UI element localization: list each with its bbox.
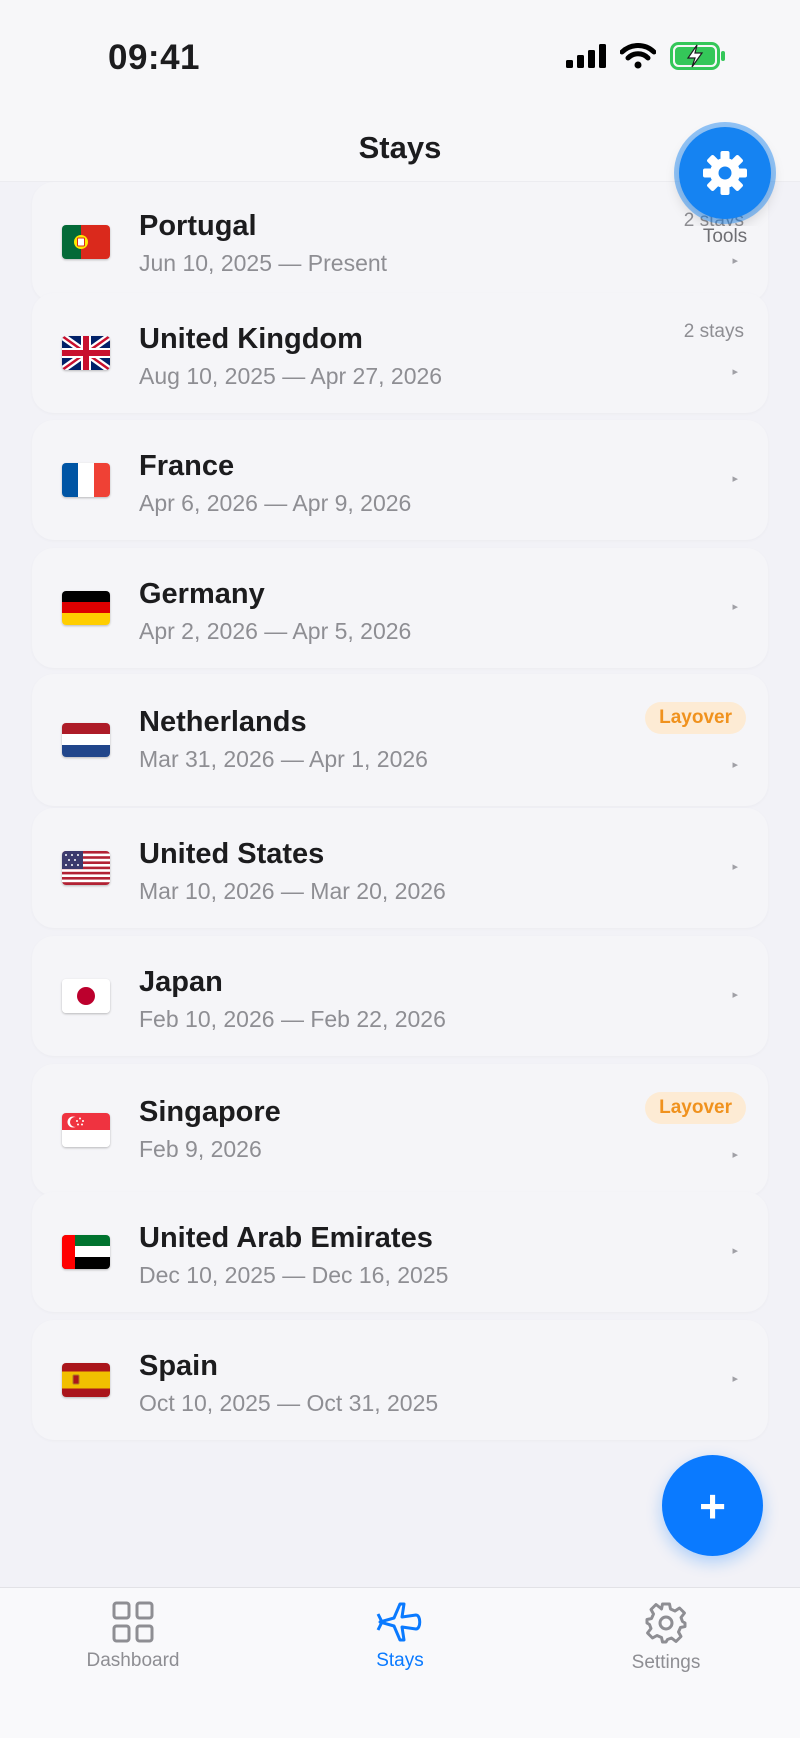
united-arab-emirates-flag-icon (62, 1235, 110, 1269)
stay-row-netherlands[interactable]: Netherlands Mar 31, 2026 — Apr 1, 2026 Lay… (32, 674, 768, 806)
status-icons (566, 42, 726, 70)
stay-country: Spain (139, 1350, 218, 1382)
stay-country: United Kingdom (139, 323, 363, 355)
france-flag-icon (62, 463, 110, 497)
stay-row-spain[interactable]: Spain Oct 10, 2025 — Oct 31, 2025 ▸ (32, 1320, 768, 1440)
tab-stays-label: Stays (376, 1650, 424, 1671)
tab-stays[interactable]: Stays (330, 1600, 470, 1672)
layover-badge: Layover (645, 1092, 746, 1124)
stay-row-united-states[interactable]: United States Mar 10, 2026 — Mar 20, 2026… (32, 808, 768, 928)
stay-row-singapore[interactable]: Singapore Feb 9, 2026 Layover ▸ (32, 1064, 768, 1196)
tab-dashboard-label: Dashboard (86, 1650, 180, 1671)
chevron-right-icon: ▸ (732, 473, 738, 485)
chevron-right-icon: ▸ (732, 366, 738, 378)
stay-dates: Aug 10, 2025 — Apr 27, 2026 (139, 363, 443, 389)
stay-row-united-arab-emirates[interactable]: United Arab Emirates Dec 10, 2025 — Dec 1… (32, 1192, 768, 1312)
stay-count: 2 stays (683, 321, 744, 342)
stay-dates: Oct 10, 2025 — Oct 31, 2025 (139, 1390, 439, 1416)
tab-settings[interactable]: Settings (596, 1600, 736, 1674)
chevron-right-icon: ▸ (732, 1373, 738, 1385)
stays-list[interactable]: Portugal Jun 10, 2025 — Present 2 stays ▸ Un… (0, 182, 800, 1587)
cellular-signal-icon (566, 44, 606, 68)
singapore-flag-icon (62, 1113, 110, 1147)
stay-row-japan[interactable]: Japan Feb 10, 2026 — Feb 22, 2026 ▸ (32, 936, 768, 1056)
stay-row-united-kingdom[interactable]: United Kingdom Aug 10, 2025 — Apr 27, 202… (32, 293, 768, 413)
chevron-right-icon: ▸ (732, 255, 738, 267)
tools-label: Tools (692, 226, 758, 248)
stay-country: Netherlands (139, 706, 307, 738)
layover-badge: Layover (645, 702, 746, 734)
airplane-icon (376, 1602, 422, 1642)
page-title: Stays (358, 130, 442, 165)
stay-dates: Mar 10, 2026 — Mar 20, 2026 (139, 878, 446, 904)
tools-button[interactable] (679, 127, 771, 219)
stay-country: France (139, 450, 235, 482)
chevron-right-icon: ▸ (732, 759, 738, 771)
tab-dashboard[interactable]: Dashboard (63, 1600, 203, 1672)
stay-dates: Apr 6, 2026 — Apr 9, 2026 (139, 490, 412, 516)
gear-icon (703, 151, 747, 195)
chevron-right-icon: ▸ (732, 989, 738, 1001)
plus-icon: + (699, 1479, 726, 1532)
stay-country: Germany (139, 578, 265, 610)
battery-charging-icon (670, 42, 725, 70)
stay-dates: Mar 31, 2026 — Apr 1, 2026 (139, 746, 428, 772)
stay-country: Portugal (139, 210, 257, 242)
gear-icon (645, 1602, 687, 1644)
stay-dates: Apr 2, 2026 — Apr 5, 2026 (139, 618, 412, 644)
japan-flag-icon (62, 979, 110, 1013)
stay-country: United Arab Emirates (139, 1222, 433, 1254)
tab-bar: Dashboard Stays Settings (0, 1587, 800, 1738)
stay-country: Japan (139, 966, 223, 998)
portugal-flag-icon (62, 225, 110, 259)
netherlands-flag-icon (62, 723, 110, 757)
chevron-right-icon: ▸ (732, 601, 738, 613)
stay-country: United States (139, 838, 325, 870)
stay-dates: Feb 10, 2026 — Feb 22, 2026 (139, 1006, 446, 1032)
status-bar: 09:41 (0, 0, 800, 110)
stay-dates: Feb 9, 2026 (139, 1136, 262, 1162)
chevron-right-icon: ▸ (732, 861, 738, 873)
grid-icon (112, 1601, 154, 1643)
chevron-right-icon: ▸ (732, 1245, 738, 1257)
spain-flag-icon (62, 1363, 110, 1397)
add-stay-button[interactable]: + (662, 1455, 763, 1556)
tab-settings-label: Settings (631, 1652, 701, 1673)
stay-country: Singapore (139, 1096, 281, 1128)
united-states-flag-icon (62, 851, 110, 885)
germany-flag-icon (62, 591, 110, 625)
wifi-icon (620, 43, 656, 69)
stay-dates: Jun 10, 2025 — Present (139, 250, 388, 276)
stay-row-france[interactable]: France Apr 6, 2026 — Apr 9, 2026 ▸ (32, 420, 768, 540)
chevron-right-icon: ▸ (732, 1149, 738, 1161)
stay-row-portugal[interactable]: Portugal Jun 10, 2025 — Present 2 stays ▸ (32, 182, 768, 302)
stay-dates: Dec 10, 2025 — Dec 16, 2025 (139, 1262, 449, 1288)
status-time: 09:41 (108, 38, 201, 77)
stay-row-germany[interactable]: Germany Apr 2, 2026 — Apr 5, 2026 ▸ (32, 548, 768, 668)
united-kingdom-flag-icon (62, 336, 110, 370)
